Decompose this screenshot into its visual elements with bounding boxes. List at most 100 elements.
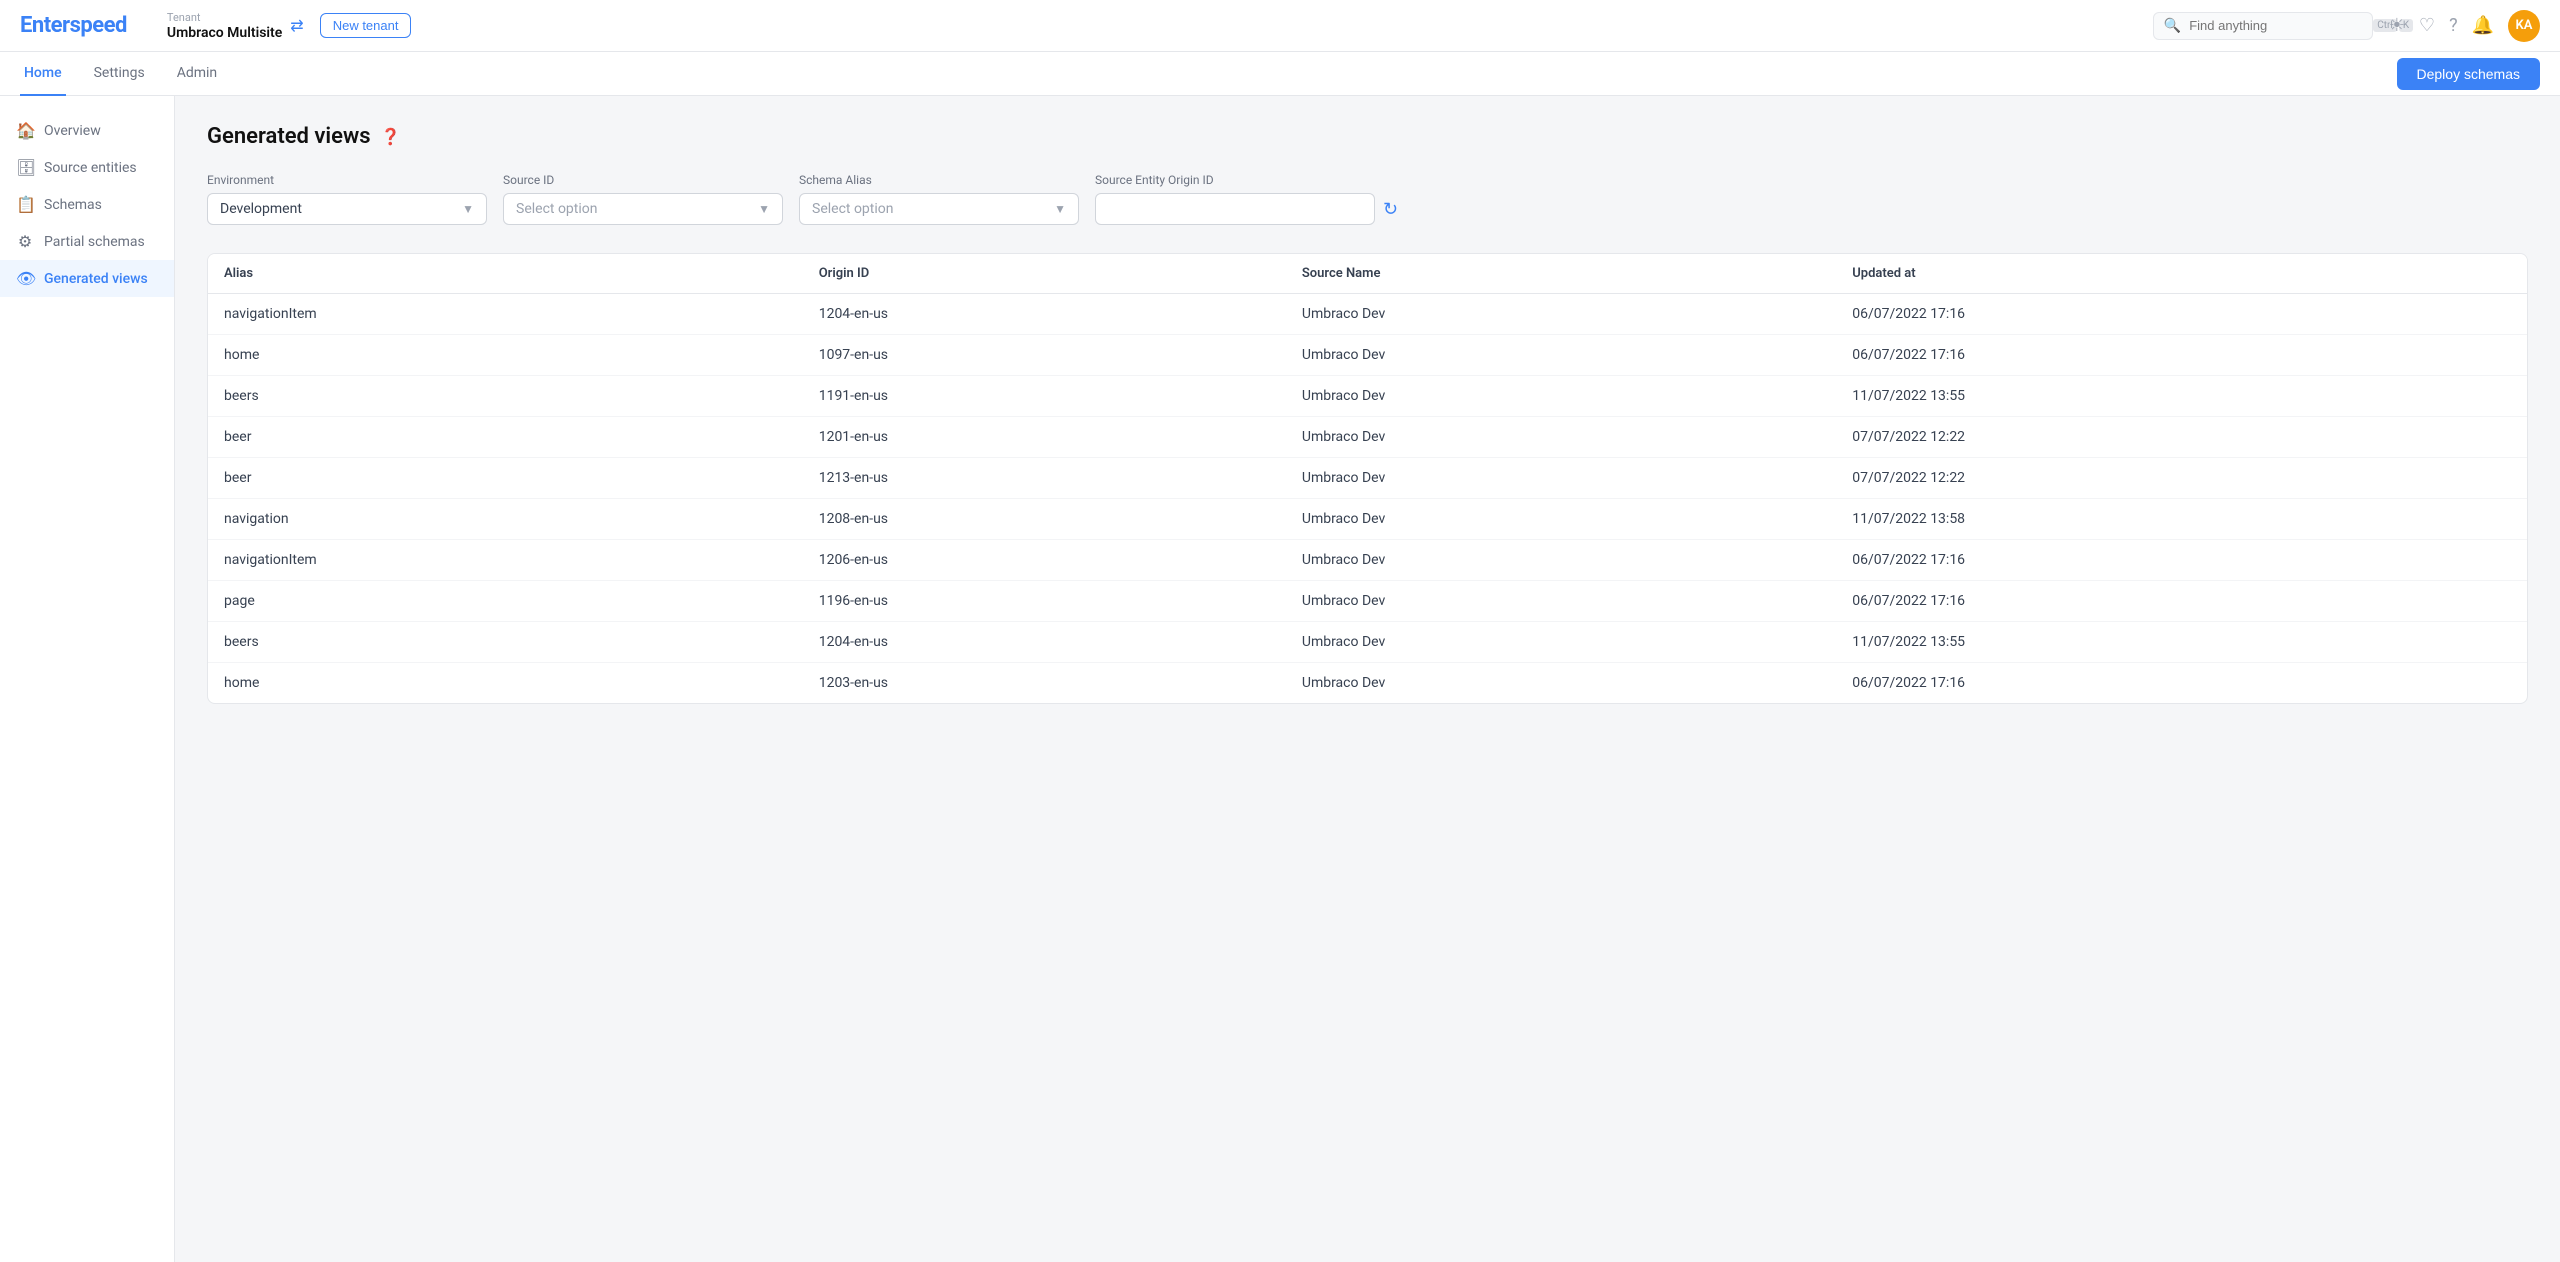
cell-source-name: Umbraco Dev	[1286, 540, 1836, 581]
filter-schema-alias-group: Schema Alias Select option ▼	[799, 173, 1079, 225]
main-layout: 🏠 Overview 🗄 Source entities 📋 Schemas ⚙…	[0, 96, 2560, 1262]
cell-origin-id: 1203-en-us	[803, 663, 1286, 704]
filters: Environment Development ▼ Source ID Sele…	[207, 173, 2528, 225]
cell-alias: navigation	[208, 499, 803, 540]
sidebar-item-source-entities[interactable]: 🗄 Source entities	[0, 149, 174, 186]
cell-source-name: Umbraco Dev	[1286, 499, 1836, 540]
source-id-select[interactable]: Select option ▼	[503, 193, 783, 225]
cell-updated-at: 07/07/2022 12:22	[1836, 417, 2527, 458]
schema-alias-select[interactable]: Select option ▼	[799, 193, 1079, 225]
refresh-button[interactable]: ↻	[1383, 199, 1398, 220]
page-title: Generated views	[207, 124, 371, 149]
cell-origin-id: 1191-en-us	[803, 376, 1286, 417]
generated-views-icon: 👁	[16, 269, 34, 288]
cell-source-name: Umbraco Dev	[1286, 458, 1836, 499]
column-updated-at: Updated at	[1836, 254, 2527, 294]
cell-origin-id: 1206-en-us	[803, 540, 1286, 581]
sidebar-item-overview[interactable]: 🏠 Overview	[0, 112, 174, 149]
tab-settings[interactable]: Settings	[90, 52, 149, 96]
environment-select[interactable]: Development ▼	[207, 193, 487, 225]
logo-blue: speed	[70, 13, 127, 38]
cell-source-name: Umbraco Dev	[1286, 417, 1836, 458]
table-header: Alias Origin ID Source Name Updated at	[208, 254, 2527, 294]
source-entity-origin-id-input[interactable]	[1095, 193, 1375, 225]
cell-origin-id: 1204-en-us	[803, 294, 1286, 335]
cell-updated-at: 11/07/2022 13:58	[1836, 499, 2527, 540]
table-row[interactable]: beers 1191-en-us Umbraco Dev 11/07/2022 …	[208, 376, 2527, 417]
tab-home[interactable]: Home	[20, 52, 66, 96]
search-bar[interactable]: 🔍 Ctrl K	[2153, 12, 2373, 40]
source-id-placeholder: Select option	[516, 201, 598, 217]
column-origin-id: Origin ID	[803, 254, 1286, 294]
cell-updated-at: 11/07/2022 13:55	[1836, 622, 2527, 663]
cell-alias: beer	[208, 458, 803, 499]
tenant-section: Tenant Umbraco Multisite ⇄	[167, 11, 304, 41]
cell-alias: beers	[208, 622, 803, 663]
cell-source-name: Umbraco Dev	[1286, 622, 1836, 663]
table-row[interactable]: beer 1201-en-us Umbraco Dev 07/07/2022 1…	[208, 417, 2527, 458]
deploy-schemas-button[interactable]: Deploy schemas	[2397, 58, 2541, 90]
overview-icon: 🏠	[16, 121, 34, 140]
new-tenant-button[interactable]: New tenant	[320, 13, 412, 38]
cell-alias: navigationItem	[208, 540, 803, 581]
topbar-icons: ☀ ♡ ? 🔔 KA	[2389, 10, 2540, 42]
sidebar-item-partial-schemas-label: Partial schemas	[44, 234, 145, 250]
schema-alias-placeholder: Select option	[812, 201, 894, 217]
sidebar-item-overview-label: Overview	[44, 123, 101, 139]
table-row[interactable]: beers 1204-en-us Umbraco Dev 11/07/2022 …	[208, 622, 2527, 663]
column-alias: Alias	[208, 254, 803, 294]
partial-schemas-icon: ⚙	[16, 232, 34, 251]
filter-environment-group: Environment Development ▼	[207, 173, 487, 225]
avatar[interactable]: KA	[2508, 10, 2540, 42]
table-row[interactable]: home 1097-en-us Umbraco Dev 06/07/2022 1…	[208, 335, 2527, 376]
table-container: Alias Origin ID Source Name Updated at n…	[207, 253, 2528, 704]
table-row[interactable]: navigationItem 1204-en-us Umbraco Dev 06…	[208, 294, 2527, 335]
sidebar-item-schemas[interactable]: 📋 Schemas	[0, 186, 174, 223]
schema-alias-chevron-icon: ▼	[1054, 202, 1066, 216]
page-help-icon[interactable]: ❓	[381, 127, 401, 146]
sun-icon[interactable]: ☀	[2389, 15, 2405, 36]
cell-alias: home	[208, 663, 803, 704]
logo: Enterspeed	[20, 13, 127, 38]
sidebar-item-generated-views[interactable]: 👁 Generated views	[0, 260, 174, 297]
table-body: navigationItem 1204-en-us Umbraco Dev 06…	[208, 294, 2527, 704]
search-input[interactable]	[2189, 18, 2365, 33]
table-row[interactable]: navigationItem 1206-en-us Umbraco Dev 06…	[208, 540, 2527, 581]
sidebar-item-schemas-label: Schemas	[44, 197, 102, 213]
sidebar-item-source-entities-label: Source entities	[44, 160, 137, 176]
cell-source-name: Umbraco Dev	[1286, 376, 1836, 417]
column-source-name: Source Name	[1286, 254, 1836, 294]
tenant-switch-button[interactable]: ⇄	[290, 16, 303, 36]
cell-updated-at: 06/07/2022 17:16	[1836, 540, 2527, 581]
table-row[interactable]: beer 1213-en-us Umbraco Dev 07/07/2022 1…	[208, 458, 2527, 499]
cell-updated-at: 06/07/2022 17:16	[1836, 663, 2527, 704]
cell-updated-at: 07/07/2022 12:22	[1836, 458, 2527, 499]
bell-icon[interactable]: 🔔	[2472, 15, 2494, 36]
table-row[interactable]: navigation 1208-en-us Umbraco Dev 11/07/…	[208, 499, 2527, 540]
sidebar-item-partial-schemas[interactable]: ⚙ Partial schemas	[0, 223, 174, 260]
cell-alias: page	[208, 581, 803, 622]
cell-source-name: Umbraco Dev	[1286, 335, 1836, 376]
source-entities-icon: 🗄	[16, 158, 34, 177]
logo-black: Enter	[20, 13, 70, 38]
generated-views-table: Alias Origin ID Source Name Updated at n…	[208, 254, 2527, 703]
filter-source-entity-origin-id-label: Source Entity Origin ID	[1095, 173, 1398, 187]
source-id-chevron-icon: ▼	[758, 202, 770, 216]
tenant-label: Tenant	[167, 11, 282, 24]
sidebar-item-generated-views-label: Generated views	[44, 271, 148, 287]
cell-updated-at: 06/07/2022 17:16	[1836, 581, 2527, 622]
table-row[interactable]: page 1196-en-us Umbraco Dev 06/07/2022 1…	[208, 581, 2527, 622]
help-icon[interactable]: ?	[2449, 15, 2458, 36]
environment-value: Development	[220, 201, 302, 217]
tab-admin[interactable]: Admin	[173, 52, 221, 96]
schemas-icon: 📋	[16, 195, 34, 214]
table-row[interactable]: home 1203-en-us Umbraco Dev 06/07/2022 1…	[208, 663, 2527, 704]
topbar: Enterspeed Tenant Umbraco Multisite ⇄ Ne…	[0, 0, 2560, 52]
cell-source-name: Umbraco Dev	[1286, 581, 1836, 622]
cell-origin-id: 1097-en-us	[803, 335, 1286, 376]
filter-schema-alias-label: Schema Alias	[799, 173, 1079, 187]
cell-updated-at: 11/07/2022 13:55	[1836, 376, 2527, 417]
cell-origin-id: 1213-en-us	[803, 458, 1286, 499]
cell-updated-at: 06/07/2022 17:16	[1836, 335, 2527, 376]
heart-icon[interactable]: ♡	[2419, 15, 2435, 36]
